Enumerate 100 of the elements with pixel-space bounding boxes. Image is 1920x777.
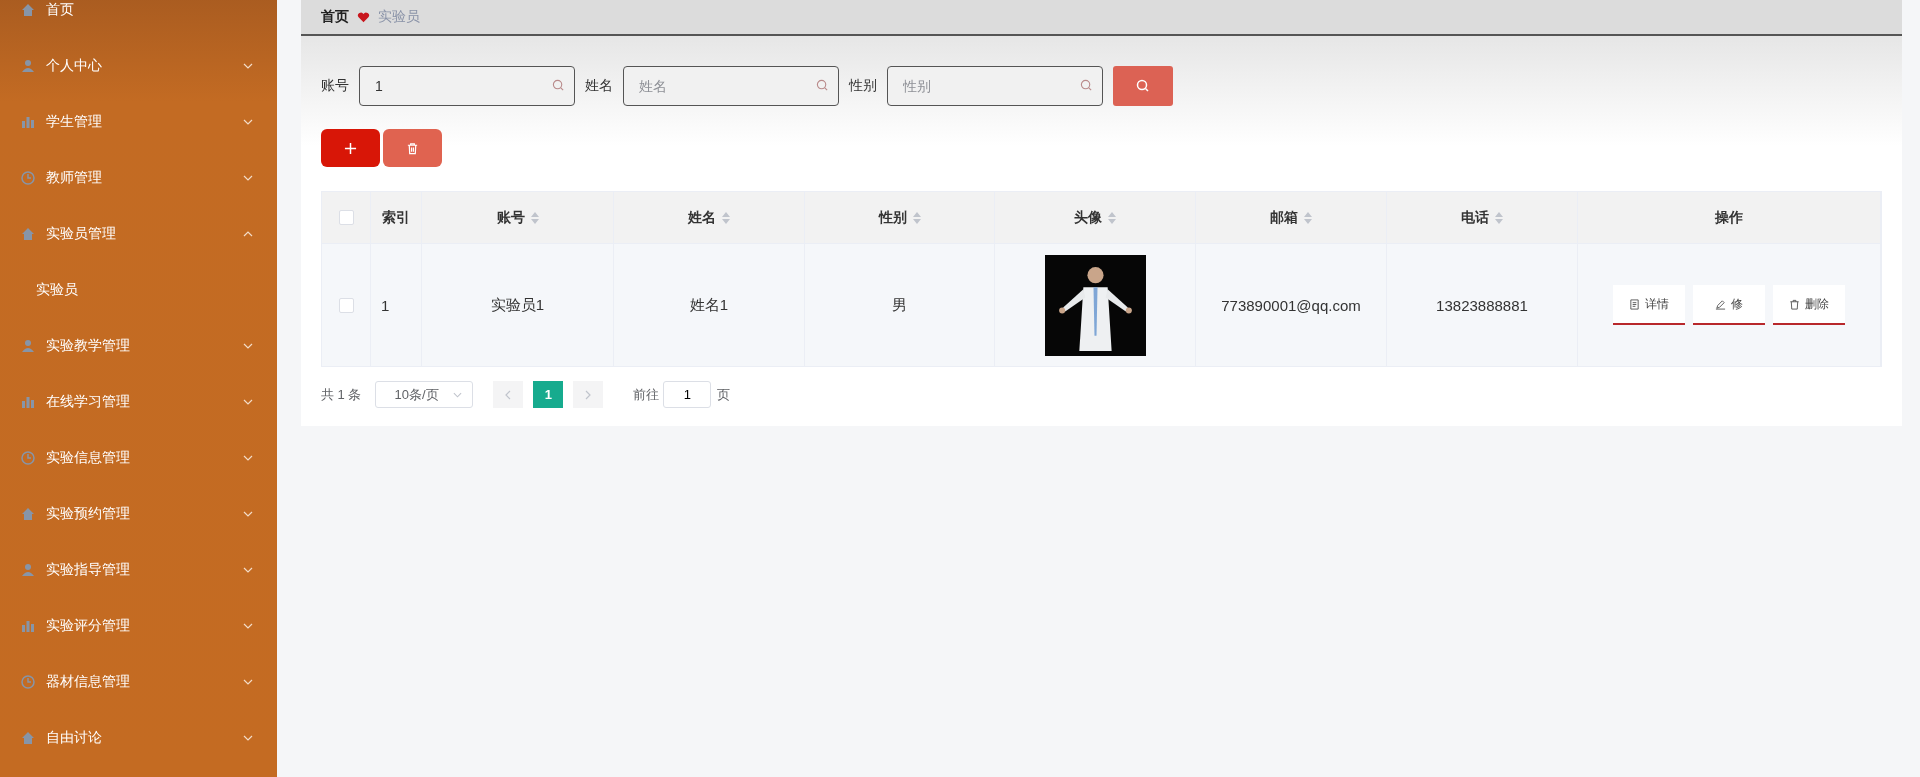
table-cell: 13823888881 xyxy=(1436,296,1528,314)
total-count: 共 1 条 xyxy=(321,385,362,404)
menu-label: 实验信息管理 xyxy=(46,449,130,467)
search-field[interactable]: 姓名 xyxy=(623,66,839,106)
search-icon xyxy=(816,79,829,92)
menu-item[interactable]: 学生管理 xyxy=(0,94,277,150)
column-header[interactable]: 账号 xyxy=(496,208,539,227)
menu-item[interactable]: 在线学习管理 xyxy=(0,374,277,430)
chevron-down-icon xyxy=(243,679,253,685)
menu-label: 在线学习管理 xyxy=(46,393,130,411)
chevron-down-icon xyxy=(243,623,253,629)
menu-item[interactable]: 实验教学管理 xyxy=(0,318,277,374)
chevron-up-icon xyxy=(243,231,253,237)
page-size-select[interactable]: 10条/页 xyxy=(375,381,474,408)
menu-label: 自由讨论 xyxy=(46,729,102,747)
menu-label: 学生管理 xyxy=(46,113,102,131)
menu-item[interactable]: 器材信息管理 xyxy=(0,654,277,710)
menu-label: 实验评分管理 xyxy=(46,617,130,635)
table-cell: 实验员1 xyxy=(490,295,545,315)
sort-icon[interactable] xyxy=(912,211,921,224)
next-page-button[interactable] xyxy=(573,381,604,408)
delete-button[interactable] xyxy=(383,129,442,167)
sort-icon[interactable] xyxy=(1495,211,1503,224)
page-suffix: 页 xyxy=(717,385,731,404)
chevron-down-icon xyxy=(243,119,253,125)
breadcrumb-home[interactable]: 首页 xyxy=(321,8,349,26)
field-label: 姓名 xyxy=(585,77,613,95)
search-field[interactable]: 性别 xyxy=(887,66,1103,106)
chevron-down-icon xyxy=(243,735,253,741)
column-header[interactable]: 邮箱 xyxy=(1270,208,1312,227)
sort-icon[interactable] xyxy=(1304,211,1312,224)
table-cell: 姓名1 xyxy=(689,295,729,315)
column-header: 索引 xyxy=(382,208,410,227)
sort-icon[interactable] xyxy=(722,211,730,224)
search-icon xyxy=(1136,79,1150,93)
menu-icon xyxy=(20,58,36,74)
add-button[interactable] xyxy=(321,129,380,167)
table-cell: 男 xyxy=(892,295,907,315)
menu-label: 实验预约管理 xyxy=(46,505,130,523)
menu-label: 实验教学管理 xyxy=(46,337,130,355)
menu-label: 个人中心 xyxy=(46,57,102,75)
search-icon xyxy=(552,79,565,92)
menu-item[interactable]: 个人中心 xyxy=(0,38,277,94)
document-icon xyxy=(1629,298,1640,310)
menu-icon xyxy=(20,394,36,410)
menu-item[interactable]: 自由讨论 xyxy=(0,710,277,766)
pencil-icon xyxy=(1715,298,1726,310)
menu-icon xyxy=(20,562,36,578)
chevron-down-icon xyxy=(243,511,253,517)
row-checkbox[interactable] xyxy=(338,297,354,313)
menu-item[interactable]: 教师管理 xyxy=(0,150,277,206)
menu-label: 首页 xyxy=(46,1,74,19)
menu-label: 器材信息管理 xyxy=(46,673,130,691)
plus-icon xyxy=(344,141,357,155)
field-label: 性别 xyxy=(849,77,877,95)
column-header[interactable]: 性别 xyxy=(878,208,921,227)
chevron-down-icon xyxy=(243,175,253,181)
search-button[interactable] xyxy=(1113,66,1173,106)
sort-icon[interactable] xyxy=(530,211,539,224)
column-header[interactable]: 姓名 xyxy=(688,208,730,227)
trash-icon xyxy=(406,141,419,155)
table-cell-text: 1 xyxy=(380,296,390,314)
chevron-down-icon xyxy=(243,455,253,461)
sort-icon[interactable] xyxy=(1108,211,1116,224)
heart-icon xyxy=(357,11,370,23)
menu-icon xyxy=(20,2,36,18)
search-field[interactable]: 1 xyxy=(359,66,575,106)
menu-label: 教师管理 xyxy=(46,169,102,187)
delete-button[interactable]: 删除 xyxy=(1773,285,1845,325)
detail-button[interactable]: 详情 xyxy=(1613,285,1685,325)
chevron-down-icon xyxy=(453,391,463,398)
submenu-item[interactable]: 实验员 xyxy=(0,262,277,318)
menu-label: 实验指导管理 xyxy=(46,561,130,579)
menu-icon xyxy=(20,338,36,354)
trash-icon xyxy=(1789,298,1800,310)
page-number[interactable]: 1 xyxy=(533,381,564,408)
menu-icon xyxy=(20,170,36,186)
select-all-checkbox[interactable] xyxy=(338,210,354,225)
menu-item[interactable]: 实验预约管理 xyxy=(0,486,277,542)
menu-icon xyxy=(20,730,36,746)
menu-icon xyxy=(20,674,36,690)
menu-icon xyxy=(20,450,36,466)
chevron-down-icon xyxy=(243,399,253,405)
menu-item[interactable]: 实验指导管理 xyxy=(0,542,277,598)
menu-item[interactable]: 实验员管理 xyxy=(0,206,277,262)
menu-item[interactable]: 首页 xyxy=(0,0,277,38)
chevron-down-icon xyxy=(243,343,253,349)
column-header: 操作 xyxy=(1715,208,1743,227)
column-header[interactable]: 电话 xyxy=(1461,208,1503,227)
table-cell: 773890001@qq.com xyxy=(1221,296,1361,314)
previous-page-button[interactable] xyxy=(493,381,524,408)
menu-item[interactable]: 实验信息管理 xyxy=(0,430,277,486)
chevron-left-icon xyxy=(505,389,512,400)
menu-item[interactable]: 实验评分管理 xyxy=(0,598,277,654)
menu-icon xyxy=(20,114,36,130)
goto-page-field[interactable]: 1 xyxy=(663,381,712,408)
field-label: 账号 xyxy=(321,77,349,95)
edit-button[interactable]: 修 xyxy=(1693,285,1765,325)
column-header[interactable]: 头像 xyxy=(1074,208,1116,227)
menu-icon xyxy=(20,618,36,634)
